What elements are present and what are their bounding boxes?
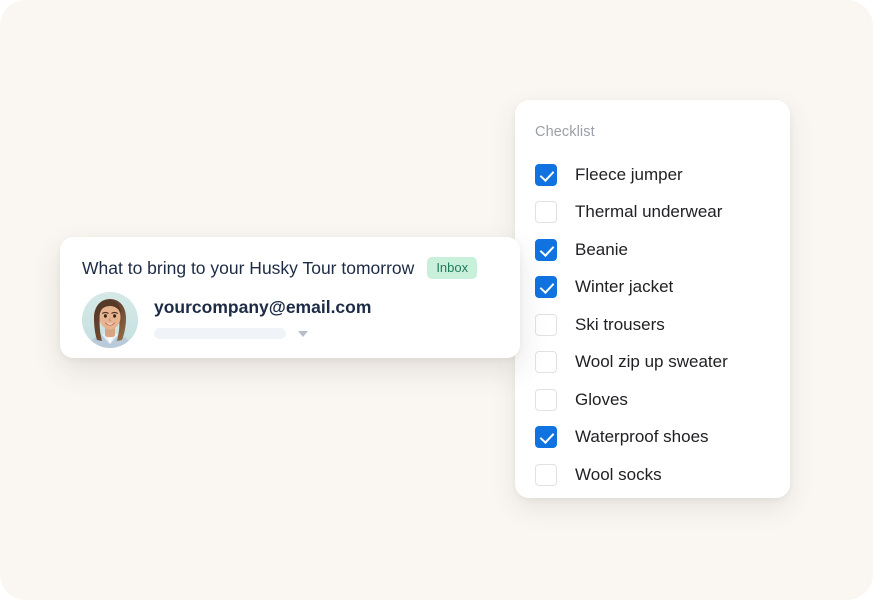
checkbox-checked-icon[interactable] <box>535 426 557 448</box>
checkbox-checked-icon[interactable] <box>535 164 557 186</box>
email-meta-row[interactable] <box>154 328 371 339</box>
checklist-items: Fleece jumper Thermal underwear Beanie W… <box>515 156 790 494</box>
checklist-item-label: Thermal underwear <box>575 202 722 222</box>
checkbox-unchecked-icon[interactable] <box>535 389 557 411</box>
email-sender-row: yourcompany@email.com <box>82 292 498 348</box>
screenshot-canvas: Checklist Fleece jumper Thermal underwea… <box>0 0 873 600</box>
checklist-item-gloves[interactable]: Gloves <box>515 381 790 419</box>
meta-placeholder-bar <box>154 328 286 339</box>
checklist-item-wool-socks[interactable]: Wool socks <box>515 456 790 494</box>
checklist-item-label: Waterproof shoes <box>575 427 709 447</box>
email-subject: What to bring to your Husky Tour tomorro… <box>82 258 414 279</box>
checkbox-unchecked-icon[interactable] <box>535 351 557 373</box>
checkbox-unchecked-icon[interactable] <box>535 314 557 336</box>
checklist-item-beanie[interactable]: Beanie <box>515 231 790 269</box>
checkbox-unchecked-icon[interactable] <box>535 201 557 223</box>
checklist-item-label: Winter jacket <box>575 277 673 297</box>
checklist-item-thermal-underwear[interactable]: Thermal underwear <box>515 194 790 232</box>
email-subject-row: What to bring to your Husky Tour tomorro… <box>82 257 498 279</box>
checklist-item-ski-trousers[interactable]: Ski trousers <box>515 306 790 344</box>
chevron-down-icon[interactable] <box>298 331 308 337</box>
checklist-item-label: Beanie <box>575 240 628 260</box>
checklist-item-winter-jacket[interactable]: Winter jacket <box>515 269 790 307</box>
checklist-title: Checklist <box>535 124 790 140</box>
checkbox-unchecked-icon[interactable] <box>535 464 557 486</box>
checklist-item-waterproof-shoes[interactable]: Waterproof shoes <box>515 419 790 457</box>
checkbox-checked-icon[interactable] <box>535 276 557 298</box>
checklist-item-label: Ski trousers <box>575 315 665 335</box>
checklist-item-fleece-jumper[interactable]: Fleece jumper <box>515 156 790 194</box>
checklist-item-label: Fleece jumper <box>575 165 683 185</box>
checklist-item-label: Wool zip up sweater <box>575 352 728 372</box>
status-badge-inbox: Inbox <box>427 257 477 279</box>
checklist-item-label: Gloves <box>575 390 628 410</box>
checklist-panel: Checklist Fleece jumper Thermal underwea… <box>515 100 790 498</box>
checkbox-checked-icon[interactable] <box>535 239 557 261</box>
email-sender-block: yourcompany@email.com <box>154 292 371 339</box>
avatar <box>82 292 138 348</box>
sender-email-address: yourcompany@email.com <box>154 297 371 318</box>
checklist-item-wool-zip-up-sweater[interactable]: Wool zip up sweater <box>515 344 790 382</box>
checklist-item-label: Wool socks <box>575 465 662 485</box>
email-preview-card[interactable]: What to bring to your Husky Tour tomorro… <box>60 237 520 358</box>
